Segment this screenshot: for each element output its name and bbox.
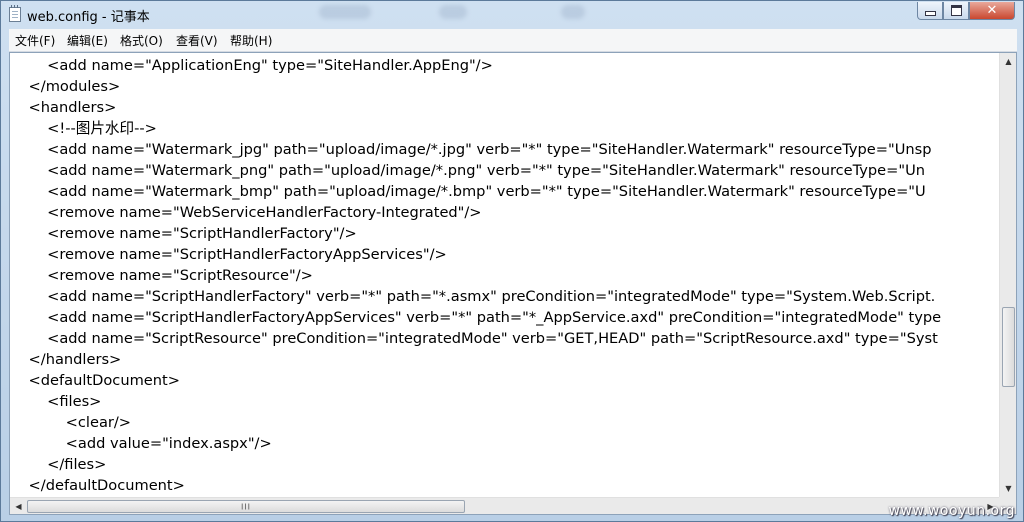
code-line: <add name="ScriptHandlerFactoryAppServic… — [10, 309, 942, 326]
window-title: web.config - 记事本 — [27, 10, 150, 25]
scroll-grip: III — [240, 502, 252, 511]
minimize-icon — [924, 11, 936, 16]
menu-bar: 文件(F) 编辑(E) 格式(O) 查看(V) 帮助(H) — [9, 29, 1017, 52]
text-content[interactable]: <add name="ApplicationEng" type="SiteHan… — [10, 53, 999, 497]
scroll-left-icon[interactable]: ◀ — [10, 498, 27, 514]
code-line: <handlers> — [10, 99, 117, 116]
menu-view[interactable]: 查看(V) — [176, 32, 218, 49]
code-line: <add name="Watermark_png" path="upload/i… — [10, 162, 926, 179]
obscured-region — [439, 5, 467, 19]
menu-edit[interactable]: 编辑(E) — [67, 32, 108, 49]
minimize-button[interactable] — [917, 2, 943, 20]
obscured-region — [319, 5, 371, 19]
menu-help[interactable]: 帮助(H) — [230, 32, 272, 49]
horizontal-scrollbar[interactable]: ◀ III ▶ — [10, 497, 999, 514]
notepad-icon[interactable] — [9, 5, 21, 22]
menu-file[interactable]: 文件(F) — [15, 32, 55, 49]
maximize-button[interactable] — [943, 2, 969, 20]
code-line: <remove name="ScriptResource"/> — [10, 267, 313, 284]
code-line: <defaultDocument> — [10, 372, 180, 389]
watermark-text: www.wooyun.org — [888, 503, 1015, 519]
close-button[interactable]: ✕ — [969, 2, 1015, 20]
obscured-region — [561, 5, 585, 19]
code-line: </handlers> — [10, 351, 122, 368]
title-bar[interactable]: web.config - 记事本 ✕ — [1, 1, 1023, 29]
code-line: <add name="Watermark_jpg" path="upload/i… — [10, 141, 932, 158]
maximize-icon — [950, 5, 962, 16]
code-line: <add name="ApplicationEng" type="SiteHan… — [10, 57, 493, 74]
editor-area[interactable]: <add name="ApplicationEng" type="SiteHan… — [9, 52, 1017, 515]
notepad-window: web.config - 记事本 ✕ 文件(F) 编辑(E) 格式(O) 查看(… — [0, 0, 1024, 522]
code-line: <add value="index.aspx"/> — [10, 435, 272, 452]
code-line: </files> — [10, 456, 107, 473]
code-line: <remove name="ScriptHandlerFactory"/> — [10, 225, 357, 242]
vertical-scroll-thumb[interactable] — [1002, 307, 1015, 387]
code-line: <files> — [10, 393, 102, 410]
code-line: <add name="ScriptResource" preCondition=… — [10, 330, 938, 347]
horizontal-scroll-thumb[interactable]: III — [27, 500, 465, 513]
menu-format[interactable]: 格式(O) — [120, 32, 163, 49]
code-line: <clear/> — [10, 414, 132, 431]
code-line: <add name="Watermark_bmp" path="upload/i… — [10, 183, 926, 200]
code-line: <add name="ScriptHandlerFactory" verb="*… — [10, 288, 936, 305]
vertical-scrollbar[interactable]: ▲ ▼ — [999, 53, 1016, 497]
code-line: </defaultDocument> — [10, 477, 185, 494]
close-icon: ✕ — [986, 3, 998, 18]
code-line: <remove name="WebServiceHandlerFactory-I… — [10, 204, 482, 221]
code-line: <!--图片水印--> — [10, 120, 157, 137]
code-line: <remove name="ScriptHandlerFactoryAppSer… — [10, 246, 447, 263]
scroll-down-icon[interactable]: ▼ — [1000, 480, 1016, 497]
code-line: </modules> — [10, 78, 121, 95]
scroll-up-icon[interactable]: ▲ — [1000, 53, 1016, 70]
